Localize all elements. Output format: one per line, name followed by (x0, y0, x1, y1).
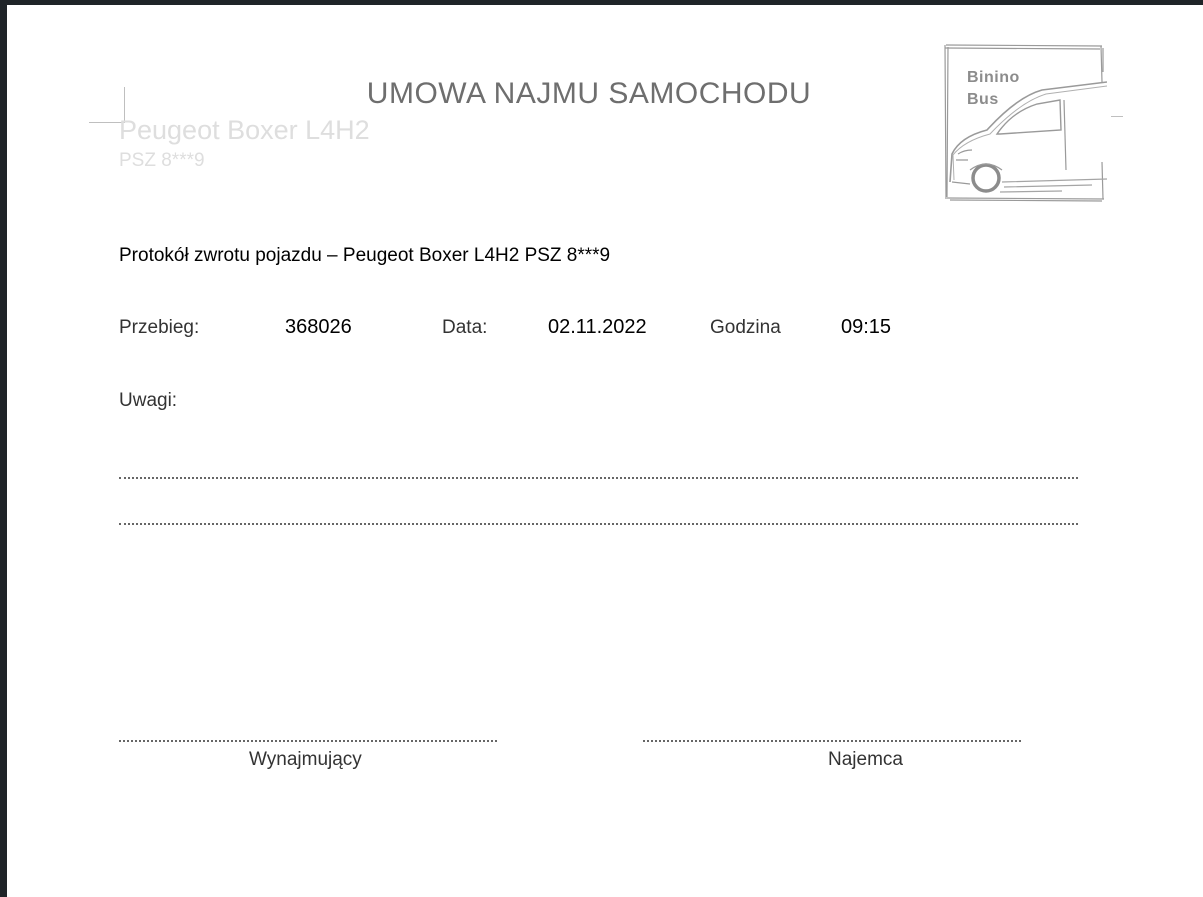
lessee-signature-line (643, 740, 1021, 742)
lessor-signature-label: Wynajmujący (249, 749, 362, 770)
crop-mark-right (1111, 116, 1123, 117)
protocol-heading: Protokół zwrotu pojazdu – Peugeot Boxer … (119, 245, 611, 266)
lessee-signature-label: Najemca (828, 749, 903, 770)
notes-label: Uwagi: (119, 390, 178, 411)
van-logo-icon (944, 44, 1108, 202)
logo-line2: Bus (967, 91, 999, 108)
mileage-value: 368026 (285, 316, 352, 338)
time-label: Godzina (710, 317, 781, 338)
date-value: 02.11.2022 (548, 316, 647, 338)
mileage-label: Przebieg: (119, 317, 200, 338)
date-label: Data: (442, 317, 488, 338)
document-page: UMOWA NAJMU SAMOCHODU Peugeot Boxer L4H2… (7, 5, 1203, 897)
notes-line-1 (119, 477, 1078, 479)
header-vehicle-model: Peugeot Boxer L4H2 (119, 115, 370, 145)
header-vehicle-plate: PSZ 8***9 (119, 150, 205, 171)
lessor-signature-line (119, 740, 497, 742)
time-value: 09:15 (841, 316, 892, 338)
company-logo: Binino Bus (942, 42, 1108, 202)
notes-line-2 (119, 523, 1078, 525)
logo-line1: Binino (967, 69, 1020, 86)
